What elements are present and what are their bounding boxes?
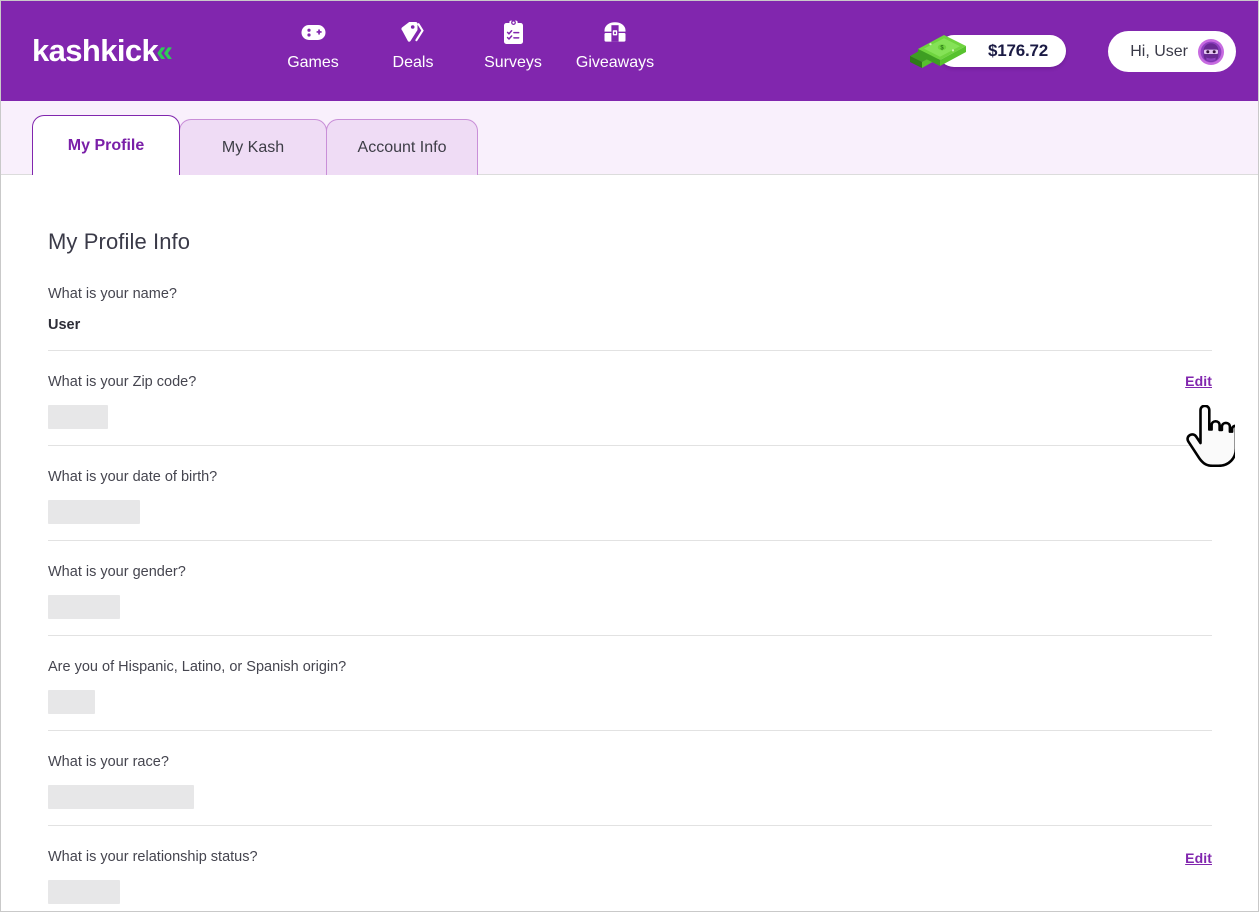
logo-wordmark: kashkick bbox=[32, 33, 159, 68]
answer-value: User bbox=[48, 317, 81, 333]
ninja-avatar-icon bbox=[1198, 38, 1224, 65]
answer-value-redacted bbox=[48, 880, 120, 904]
nav-item-games[interactable]: Games bbox=[263, 19, 363, 72]
profile-row-name: What is your name? User bbox=[48, 255, 1212, 351]
nav-item-surveys[interactable]: Surveys bbox=[463, 19, 563, 72]
profile-row-zip-code: What is your Zip code? Edit bbox=[48, 351, 1212, 446]
question-label: What is your relationship status? bbox=[48, 849, 258, 865]
profile-row-race: What is your race? bbox=[48, 731, 1212, 826]
tab-label-account-info: Account Info bbox=[357, 138, 447, 156]
question-label: What is your Zip code? bbox=[48, 374, 197, 390]
profile-row-hispanic-origin: Are you of Hispanic, Latino, or Spanish … bbox=[48, 636, 1212, 731]
profile-row-gender: What is your gender? bbox=[48, 541, 1212, 636]
clipboard-icon bbox=[503, 19, 524, 45]
user-greeting-label: Hi, User bbox=[1130, 42, 1188, 60]
treasure-chest-icon bbox=[603, 19, 627, 45]
tab-account-info[interactable]: Account Info bbox=[326, 119, 478, 175]
question-label: What is your race? bbox=[48, 754, 169, 770]
tab-label-my-kash: My Kash bbox=[221, 138, 285, 156]
page-root: kashkick « Games Deals Surveys Giveaways… bbox=[0, 0, 1259, 912]
site-header: kashkick « Games Deals Surveys Giveaways… bbox=[1, 1, 1258, 101]
page-title: My Profile Info bbox=[48, 229, 191, 254]
profile-row-relationship-status: What is your relationship status? Edit bbox=[48, 826, 1212, 911]
nav-label-surveys: Surveys bbox=[484, 54, 542, 71]
logo-chevron-icon: « bbox=[156, 35, 173, 68]
tab-list: My Profile My Kash Account Info bbox=[32, 115, 478, 175]
cash-stack-icon: $ bbox=[904, 29, 976, 73]
question-label: What is your date of birth? bbox=[48, 469, 218, 485]
nav-item-giveaways[interactable]: Giveaways bbox=[563, 19, 667, 72]
answer-value-redacted bbox=[48, 405, 108, 429]
tab-my-kash[interactable]: My Kash bbox=[179, 119, 327, 175]
profile-tabstrip: My Profile My Kash Account Info bbox=[1, 101, 1258, 175]
answer-value-redacted bbox=[48, 595, 120, 619]
answer-value-redacted bbox=[48, 785, 194, 809]
nav-label-games: Games bbox=[287, 54, 339, 71]
answer-value-redacted bbox=[48, 690, 95, 714]
nav-label-giveaways: Giveaways bbox=[575, 54, 655, 71]
tab-label-my-profile: My Profile bbox=[67, 136, 145, 154]
kashkick-logo[interactable]: kashkick « bbox=[32, 33, 173, 70]
profile-row-date-of-birth: What is your date of birth? bbox=[48, 446, 1212, 541]
nav-item-deals[interactable]: Deals bbox=[363, 19, 463, 72]
main-nav: Games Deals Surveys Giveaways bbox=[263, 19, 667, 72]
question-label: Are you of Hispanic, Latino, or Spanish … bbox=[48, 659, 347, 675]
edit-link-zip-code[interactable]: Edit bbox=[1185, 373, 1212, 389]
balance-widget[interactable]: $ $176.72 bbox=[904, 29, 1066, 73]
answer-value-redacted bbox=[48, 500, 140, 524]
tab-my-profile[interactable]: My Profile bbox=[32, 115, 180, 175]
question-label: What is your name? bbox=[48, 286, 177, 302]
user-menu-button[interactable]: Hi, User bbox=[1108, 31, 1236, 72]
balance-amount: $176.72 bbox=[987, 41, 1048, 60]
edit-link-relationship-status[interactable]: Edit bbox=[1185, 850, 1212, 866]
profile-content: My Profile Info What is your name? User … bbox=[1, 175, 1258, 911]
nav-label-deals: Deals bbox=[392, 54, 434, 71]
gamepad-icon bbox=[301, 19, 326, 45]
price-tag-icon bbox=[400, 19, 426, 45]
question-label: What is your gender? bbox=[48, 564, 186, 580]
